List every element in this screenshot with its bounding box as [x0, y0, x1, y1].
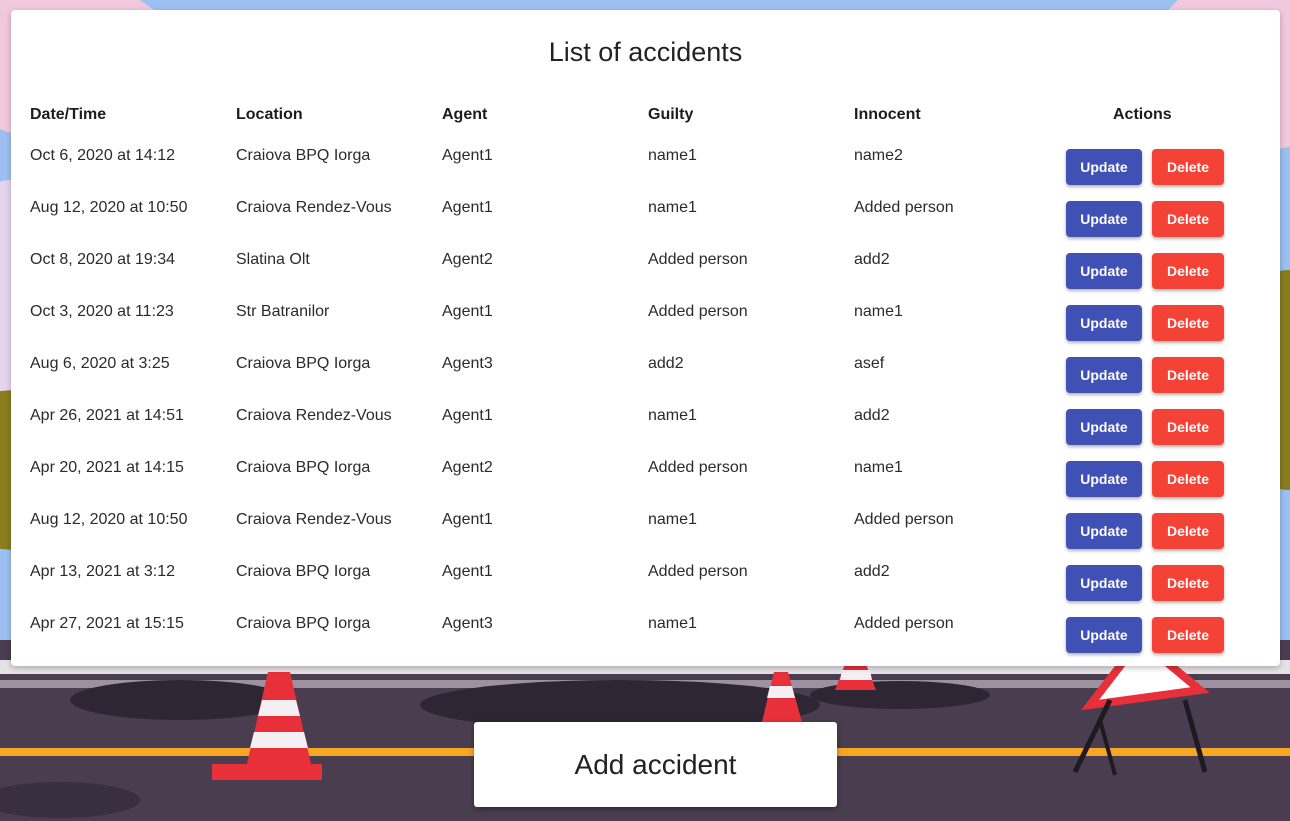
accidents-card: List of accidents Date/Time Location Age…: [11, 10, 1280, 666]
cell-agent: Agent1: [442, 199, 493, 216]
delete-button[interactable]: Delete: [1152, 357, 1224, 393]
table-row: Aug 6, 2020 at 3:25 Craiova BPQ Iorga Ag…: [11, 345, 1280, 397]
cell-guilty: name1: [648, 511, 697, 528]
cell-innocent: add2: [854, 407, 890, 424]
table-row: Apr 13, 2021 at 3:12 Craiova BPQ Iorga A…: [11, 553, 1280, 605]
table-row: Apr 20, 2021 at 14:15 Craiova BPQ Iorga …: [11, 449, 1280, 501]
delete-button[interactable]: Delete: [1152, 409, 1224, 445]
cell-datetime: Oct 3, 2020 at 11:23: [30, 303, 174, 320]
cell-innocent: asef: [854, 355, 885, 372]
delete-button[interactable]: Delete: [1152, 149, 1224, 185]
cell-location: Craiova Rendez-Vous: [236, 199, 392, 216]
header-agent: Agent: [442, 106, 488, 123]
cell-guilty: name1: [648, 147, 697, 164]
page-title: List of accidents: [548, 37, 743, 67]
delete-button[interactable]: Delete: [1152, 513, 1224, 549]
cell-innocent: Added person: [854, 511, 954, 528]
cell-location: Craiova Rendez-Vous: [236, 511, 392, 528]
cell-guilty: name1: [648, 407, 697, 424]
cell-datetime: Aug 6, 2020 at 3:25: [30, 355, 170, 372]
update-button[interactable]: Update: [1066, 253, 1142, 289]
cell-agent: Agent1: [442, 147, 493, 164]
cell-innocent: name1: [854, 303, 903, 320]
cell-agent: Agent2: [442, 251, 493, 268]
update-button[interactable]: Update: [1066, 201, 1142, 237]
delete-button[interactable]: Delete: [1152, 565, 1224, 601]
delete-button[interactable]: Delete: [1152, 617, 1224, 653]
table-row: Apr 27, 2021 at 15:15 Craiova BPQ Iorga …: [11, 605, 1280, 657]
delete-button[interactable]: Delete: [1152, 461, 1224, 497]
delete-button[interactable]: Delete: [1152, 201, 1224, 237]
table-row: Oct 8, 2020 at 19:34 Slatina Olt Agent2 …: [11, 241, 1280, 293]
cell-innocent: name1: [854, 459, 903, 476]
cell-guilty: Added person: [648, 251, 748, 268]
update-button[interactable]: Update: [1066, 149, 1142, 185]
add-accident-button[interactable]: Add accident: [474, 722, 837, 807]
cell-guilty: Added person: [648, 303, 748, 320]
table-row: Aug 12, 2020 at 10:50 Craiova Rendez-Vou…: [11, 501, 1280, 553]
cell-guilty: add2: [648, 355, 684, 372]
cell-location: Craiova BPQ Iorga: [236, 355, 371, 372]
cell-location: Craiova BPQ Iorga: [236, 147, 371, 164]
update-button[interactable]: Update: [1066, 461, 1142, 497]
cell-datetime: Aug 12, 2020 at 10:50: [30, 199, 188, 216]
cell-datetime: Apr 27, 2021 at 15:15: [30, 615, 184, 632]
delete-button[interactable]: Delete: [1152, 305, 1224, 341]
cell-location: Craiova BPQ Iorga: [236, 459, 371, 476]
cell-guilty: Added person: [648, 563, 748, 580]
cell-agent: Agent2: [442, 459, 493, 476]
cell-location: Craiova BPQ Iorga: [236, 563, 371, 580]
header-innocent: Innocent: [854, 106, 921, 123]
cell-agent: Agent1: [442, 407, 493, 424]
header-guilty: Guilty: [648, 106, 694, 123]
update-button[interactable]: Update: [1066, 409, 1142, 445]
table-header: Date/Time Location Agent Guilty Innocent…: [11, 106, 1280, 126]
cell-agent: Agent3: [442, 615, 493, 632]
cell-agent: Agent1: [442, 511, 493, 528]
update-button[interactable]: Update: [1066, 305, 1142, 341]
cell-datetime: Oct 6, 2020 at 14:12: [30, 147, 175, 164]
header-location: Location: [236, 106, 303, 123]
cell-guilty: name1: [648, 615, 697, 632]
cell-agent: Agent1: [442, 563, 493, 580]
cell-innocent: Added person: [854, 615, 954, 632]
table-row: Apr 26, 2021 at 14:51 Craiova Rendez-Vou…: [11, 397, 1280, 449]
table-row: Aug 12, 2020 at 10:50 Craiova Rendez-Vou…: [11, 189, 1280, 241]
cell-location: Craiova Rendez-Vous: [236, 407, 392, 424]
cell-datetime: Aug 12, 2020 at 10:50: [30, 511, 188, 528]
cell-innocent: add2: [854, 251, 890, 268]
update-button[interactable]: Update: [1066, 513, 1142, 549]
header-datetime: Date/Time: [30, 106, 107, 123]
cell-innocent: name2: [854, 147, 903, 164]
header-actions: Actions: [1113, 106, 1172, 123]
cell-agent: Agent3: [442, 355, 493, 372]
cell-datetime: Apr 20, 2021 at 14:15: [30, 459, 184, 476]
cell-agent: Agent1: [442, 303, 493, 320]
cell-location: Str Batranilor: [236, 303, 330, 320]
table-row: Oct 6, 2020 at 14:12 Craiova BPQ Iorga A…: [11, 137, 1280, 189]
cell-location: Slatina Olt: [236, 251, 310, 268]
delete-button[interactable]: Delete: [1152, 253, 1224, 289]
cell-innocent: add2: [854, 563, 890, 580]
update-button[interactable]: Update: [1066, 565, 1142, 601]
update-button[interactable]: Update: [1066, 617, 1142, 653]
cell-datetime: Apr 13, 2021 at 3:12: [30, 563, 175, 580]
cell-datetime: Apr 26, 2021 at 14:51: [30, 407, 184, 424]
table-row: Oct 3, 2020 at 11:23 Str Batranilor Agen…: [11, 293, 1280, 345]
cell-innocent: Added person: [854, 199, 954, 216]
cell-datetime: Oct 8, 2020 at 19:34: [30, 251, 175, 268]
cell-guilty: name1: [648, 199, 697, 216]
cell-location: Craiova BPQ Iorga: [236, 615, 371, 632]
cell-guilty: Added person: [648, 459, 748, 476]
update-button[interactable]: Update: [1066, 357, 1142, 393]
